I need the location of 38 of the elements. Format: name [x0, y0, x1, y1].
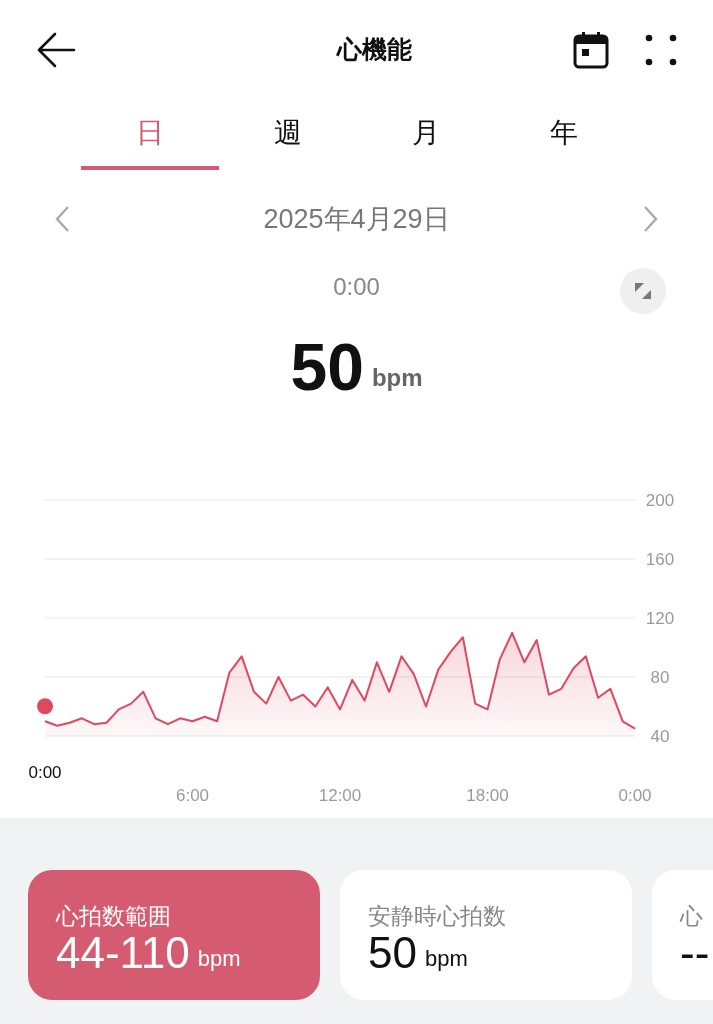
axis-label: 160: [645, 550, 675, 569]
date-label: 2025年4月29日: [263, 202, 450, 236]
axis-label: 120: [645, 609, 675, 628]
period-tab[interactable]: 週: [218, 100, 357, 170]
more-dots-icon[interactable]: [645, 34, 677, 66]
fullscreen-button[interactable]: [620, 268, 666, 314]
axis-label: 6:00: [175, 786, 210, 805]
axis-label: 200: [645, 491, 675, 510]
period-tab[interactable]: 月: [356, 100, 495, 170]
selected-time: 0:00: [333, 272, 380, 302]
axis-label: 12:00: [318, 786, 362, 805]
stat-unit: bpm: [424, 944, 468, 973]
chevron-right-icon[interactable]: [643, 205, 659, 233]
stat-label: 安静時心拍数: [368, 902, 507, 931]
selected-point[interactable]: [35, 696, 55, 717]
stat-card[interactable]: 安静時心拍数 50 bpm: [340, 870, 632, 1000]
axis-label: 80: [650, 668, 670, 687]
stat-card[interactable]: 心 --: [652, 870, 713, 1000]
chevron-left-icon[interactable]: [54, 205, 70, 233]
stat-value: 44-110: [56, 930, 190, 975]
axis-label: 40: [650, 727, 670, 746]
selected-time-label: 0:00: [28, 763, 62, 782]
stat-label: 心: [680, 902, 704, 931]
period-tab[interactable]: 日: [80, 100, 219, 170]
stat-value: --: [680, 930, 710, 975]
back-arrow-icon[interactable]: [36, 32, 76, 68]
heart-rate-unit: bpm: [371, 363, 423, 393]
stat-value: 50: [368, 930, 417, 975]
axis-label: 0:00: [618, 786, 652, 805]
page-title: 心機能: [337, 34, 412, 66]
stat-card[interactable]: 心拍数範囲 44-110 bpm: [28, 870, 320, 1000]
period-tab[interactable]: 年: [494, 100, 633, 170]
calendar-icon[interactable]: [573, 31, 609, 69]
heart-rate-value: 50: [290, 334, 364, 400]
axis-label: 18:00: [466, 786, 509, 805]
stat-unit: bpm: [197, 944, 241, 973]
expand-icon: [633, 281, 653, 301]
stat-label: 心拍数範囲: [56, 902, 172, 931]
